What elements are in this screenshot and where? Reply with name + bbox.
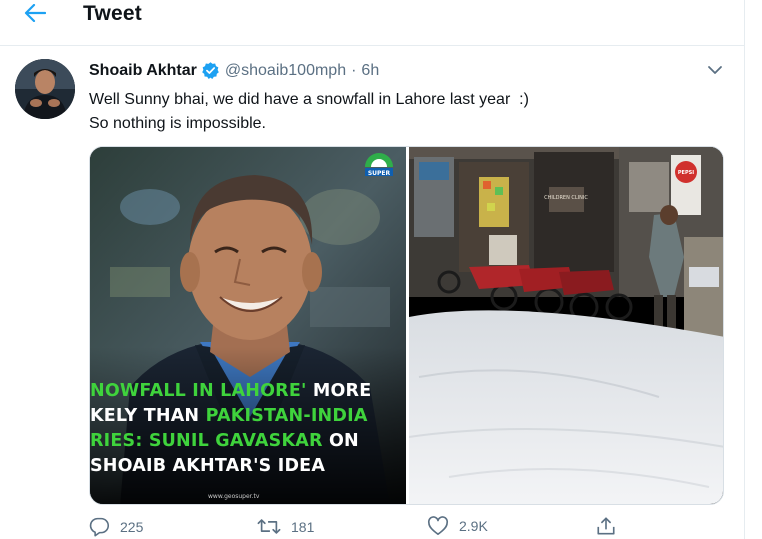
avatar-image — [15, 59, 75, 119]
pepsi-sign-text: PEPSI — [678, 170, 694, 176]
tweet-text: Well Sunny bhai, we did have a snowfall … — [89, 88, 529, 136]
like-button[interactable]: 2.9K — [427, 516, 488, 536]
reply-button[interactable]: 225 — [89, 516, 143, 537]
back-button[interactable] — [20, 0, 50, 26]
geo-super-logo: SUPER — [365, 153, 393, 177]
author-handle[interactable]: @shoaib100mph — [225, 62, 346, 80]
tweet-text-line1: Well Sunny bhai, we did have a snowfall … — [89, 91, 529, 108]
media-photo-right[interactable]: CHILDREN CLINIC PEPSI — [409, 147, 723, 504]
verified-badge-icon — [201, 61, 220, 80]
separator-dot: · — [351, 61, 357, 79]
share-button[interactable] — [596, 516, 616, 536]
column-border — [744, 0, 745, 539]
reply-icon — [89, 517, 110, 537]
retweet-count: 181 — [291, 518, 315, 535]
author-name[interactable]: Shoaib Akhtar — [89, 62, 197, 80]
logo-text: SUPER — [368, 170, 391, 177]
source-site-text: www.geosuper.tv — [208, 493, 260, 500]
retweet-icon — [257, 519, 281, 534]
media-photo-left[interactable]: SUPER NOWFALL IN LAHORE' MORE KELY THAN … — [90, 147, 406, 504]
arrow-left-icon — [24, 4, 46, 22]
retweet-button[interactable]: 181 — [257, 516, 314, 537]
share-icon — [597, 517, 615, 535]
tweet-media: SUPER NOWFALL IN LAHORE' MORE KELY THAN … — [89, 146, 724, 505]
tweet-author-line: Shoaib Akhtar @shoaib100mph · 6h — [89, 61, 379, 80]
page-title: Tweet — [83, 2, 142, 25]
tweet-actions: 225 181 2.9K — [89, 516, 629, 539]
chevron-down-icon — [708, 66, 722, 74]
heart-icon — [427, 516, 449, 535]
tweet-menu-button[interactable] — [704, 60, 726, 80]
avatar[interactable] — [15, 59, 75, 119]
clinic-sign-text: CHILDREN CLINIC — [544, 195, 588, 201]
hail-street-photo: CHILDREN CLINIC PEPSI — [409, 147, 723, 504]
tweet-text-line2: So nothing is impossible. — [89, 115, 266, 132]
tweet-timestamp[interactable]: 6h — [361, 62, 379, 80]
like-count: 2.9K — [459, 518, 488, 534]
news-caption: NOWFALL IN LAHORE' MORE KELY THAN PAKIST… — [90, 381, 372, 476]
reply-count: 225 — [120, 518, 144, 535]
page-header: Tweet — [0, 0, 744, 46]
